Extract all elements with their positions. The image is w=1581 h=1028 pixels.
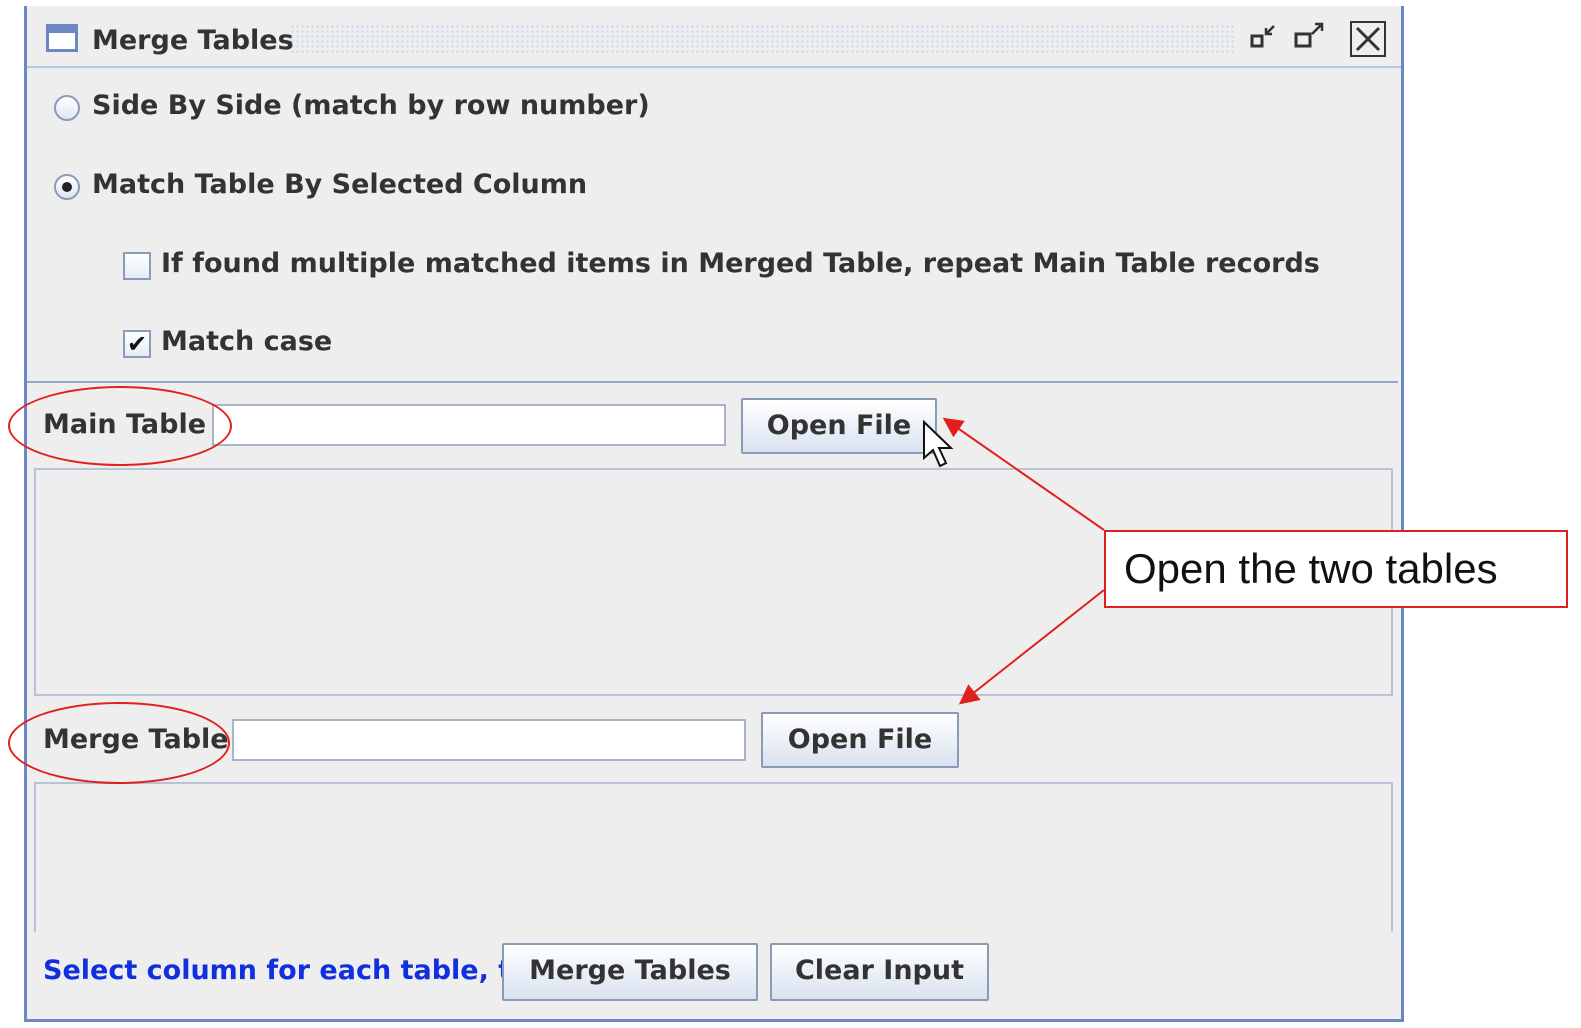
arrow-to-merge-open-file [958,589,1105,705]
callout-box: Open the two tables [1104,530,1568,608]
mouse-cursor-icon [923,419,954,468]
arrow-to-main-open-file [942,417,1105,531]
annotation-arrows [923,417,1105,705]
